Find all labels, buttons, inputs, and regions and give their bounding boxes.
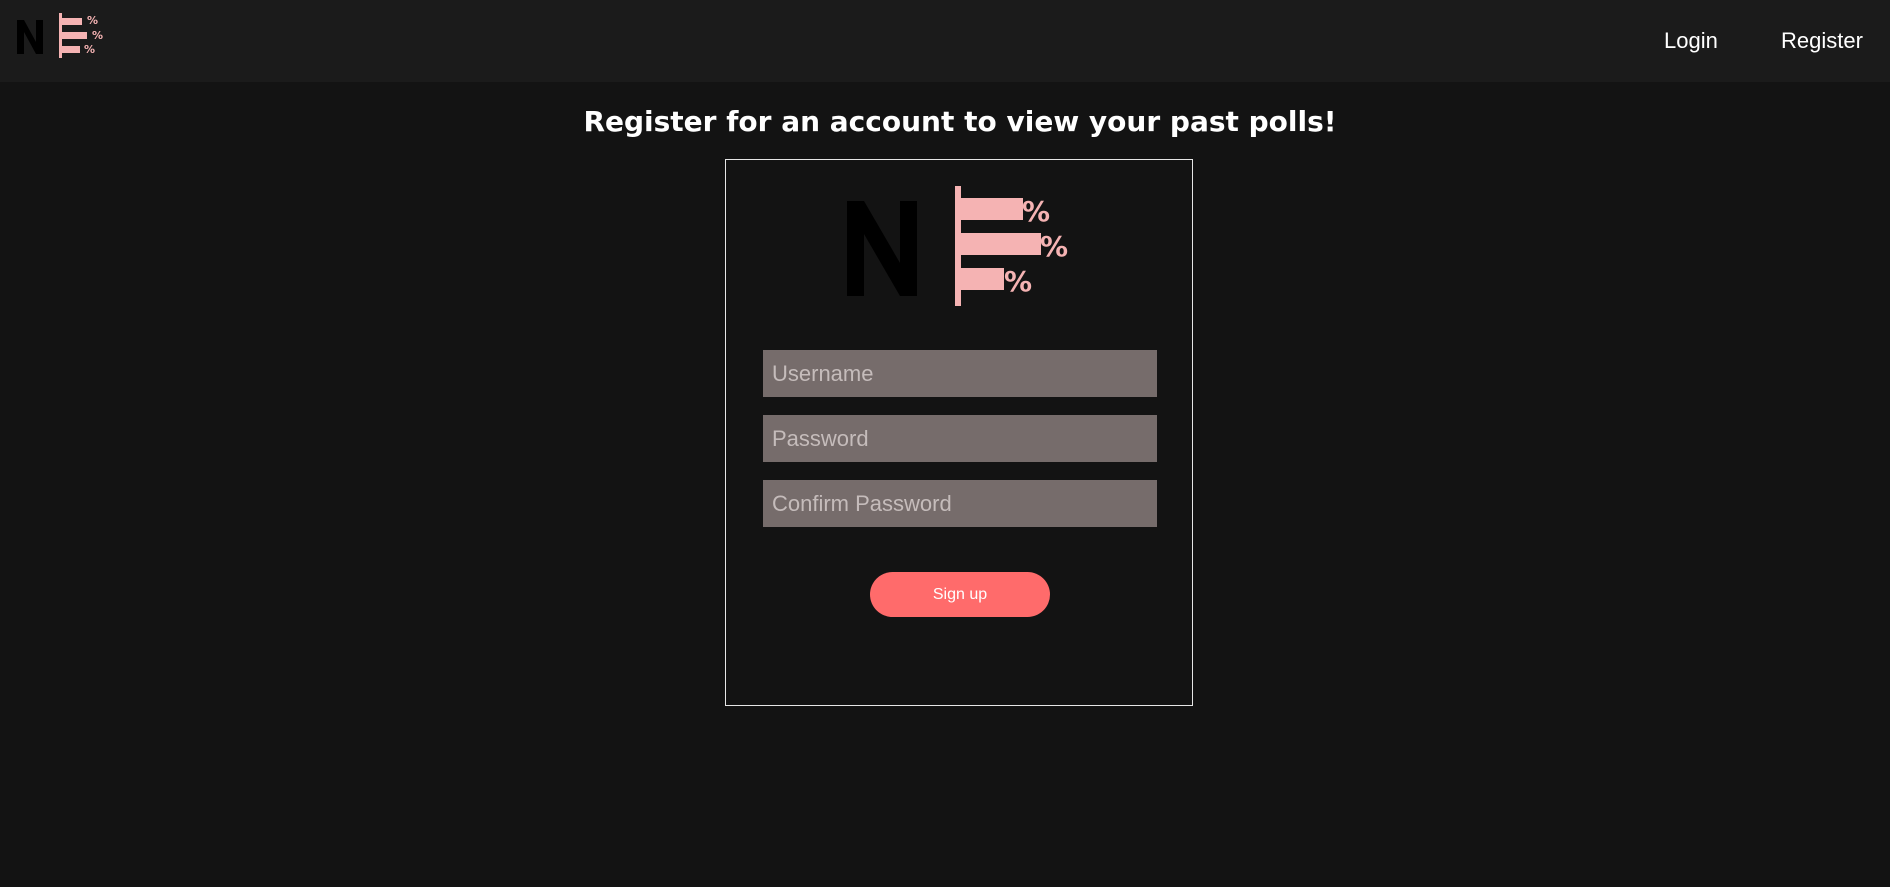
- brand-logo[interactable]: % % %: [17, 13, 111, 58]
- svg-text:%: %: [84, 43, 95, 56]
- password-input[interactable]: [763, 415, 1157, 462]
- card-logo: % % %: [847, 186, 1077, 306]
- svg-text:%: %: [87, 14, 98, 27]
- confirm-password-input[interactable]: [763, 480, 1157, 527]
- nav-login-link[interactable]: Login: [1664, 28, 1718, 54]
- svg-text:%: %: [1040, 230, 1068, 263]
- page-title: Register for an account to view your pas…: [583, 105, 1337, 138]
- logo-icon: % % %: [17, 13, 103, 58]
- svg-text:%: %: [1022, 195, 1050, 228]
- logo-icon: % % %: [847, 186, 1068, 306]
- top-navbar: % % % Login Register: [0, 0, 1890, 82]
- svg-text:%: %: [1004, 265, 1032, 298]
- username-input[interactable]: [763, 350, 1157, 397]
- svg-text:%: %: [92, 29, 103, 42]
- register-card: % % % Sign up: [725, 159, 1193, 706]
- signup-button[interactable]: Sign up: [870, 572, 1050, 617]
- nav-register-link[interactable]: Register: [1781, 28, 1863, 54]
